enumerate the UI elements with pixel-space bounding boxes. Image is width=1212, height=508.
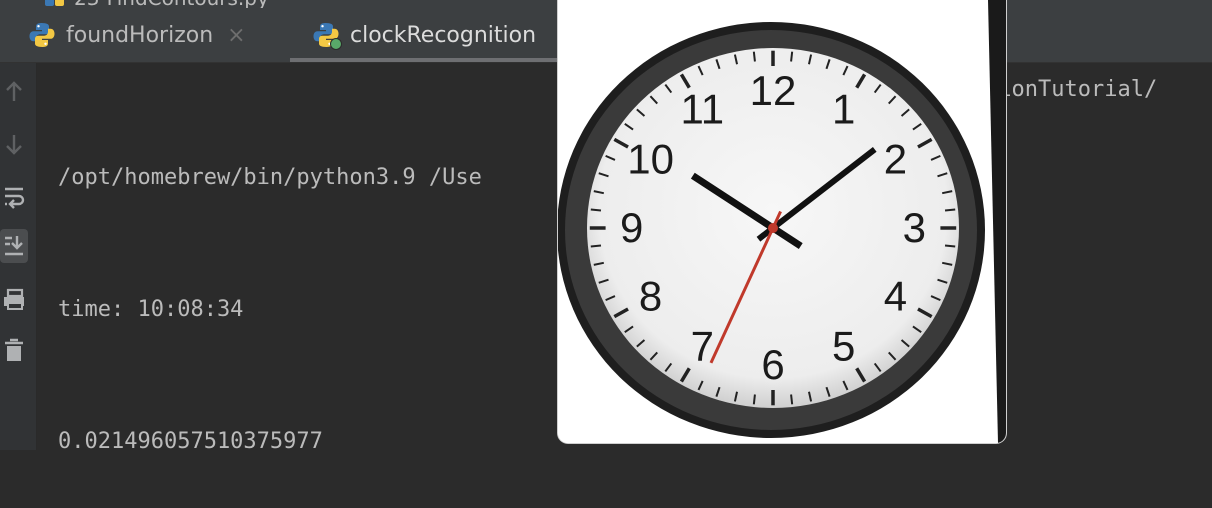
clock-numeral: 6 <box>761 341 784 388</box>
clock-minute-tick <box>944 208 956 212</box>
clock-image: 12 1234567891011 <box>558 0 1006 443</box>
arrow-up-icon[interactable] <box>0 75 28 109</box>
close-icon[interactable]: × <box>227 23 245 48</box>
python-file-icon <box>29 23 55 47</box>
clock-face: 12 1234567891011 <box>558 22 985 438</box>
console-line: time: 10:08:34 <box>58 297 244 322</box>
console-line-tail: sionTutorial/ <box>985 68 1212 112</box>
console-toolbar <box>0 63 37 450</box>
tab-label: clockRecognition <box>350 22 537 48</box>
clock-numeral: 12 <box>750 67 797 114</box>
clock-numeral: 2 <box>884 136 907 183</box>
tab-find-contours[interactable]: 23-FindContours.py <box>44 0 424 8</box>
tab-found-horizon[interactable]: foundHorizon × <box>28 8 246 62</box>
trash-icon[interactable] <box>0 333 28 367</box>
active-tab-underline <box>290 58 580 62</box>
clock-minute-tick <box>590 244 602 248</box>
running-indicator-icon <box>330 38 342 50</box>
clock-numeral: 9 <box>620 204 643 251</box>
tab-label: 23-FindContours.py <box>74 0 269 8</box>
image-window[interactable]: 12 1 2 3 4 5 6 7 8 9 10 11 <box>558 0 1006 443</box>
python-file-icon <box>45 0 64 6</box>
clock-numeral: 1 <box>832 86 855 133</box>
soft-wrap-icon[interactable] <box>0 181 28 215</box>
console-line-continuation: sionTutorial/ <box>985 77 1158 102</box>
clock-numeral: 5 <box>832 322 855 369</box>
clock-numeral: 4 <box>884 272 907 319</box>
clock-minute-tick <box>752 51 756 62</box>
arrow-down-icon[interactable] <box>0 127 28 161</box>
clock-numeral: 8 <box>639 272 662 319</box>
clock-numeral: 3 <box>903 204 926 251</box>
python-run-config-icon <box>312 21 342 50</box>
clock-center-cap <box>768 223 778 233</box>
clock-minute-tick <box>790 51 794 62</box>
clock-numeral: 10 <box>627 136 674 183</box>
console-output: /opt/homebrew/bin/python3.9 /Use time: 1… <box>58 68 482 508</box>
console-line: 0.021496057510375977 <box>58 429 323 454</box>
clock-numeral: 11 <box>681 86 725 133</box>
tab-clock-recognition[interactable]: clockRecognition <box>312 8 536 62</box>
clock-minute-tick <box>790 394 794 405</box>
clock-minute-tick <box>752 394 756 405</box>
tab-label: foundHorizon <box>66 22 214 48</box>
clock-minute-tick <box>944 244 956 248</box>
console-line: /opt/homebrew/bin/python3.9 /Use <box>58 165 482 190</box>
scroll-to-end-icon[interactable] <box>0 229 28 263</box>
clock-minute-tick <box>590 208 602 212</box>
print-icon[interactable] <box>0 283 28 317</box>
